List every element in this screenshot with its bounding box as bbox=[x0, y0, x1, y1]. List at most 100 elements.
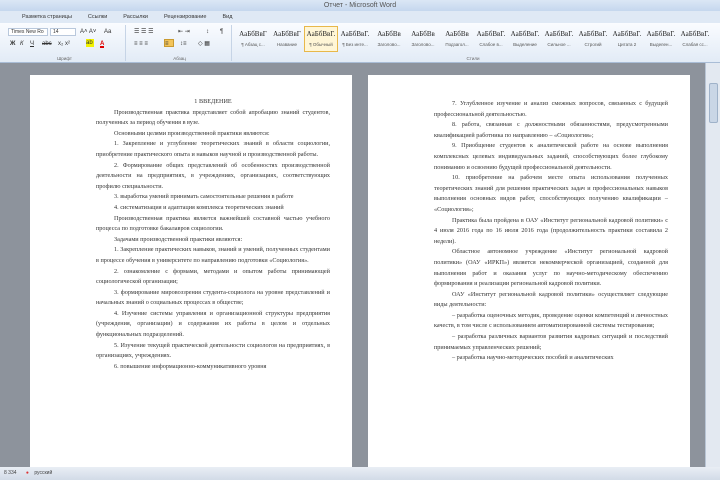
window-title: Отчет - Microsoft Word bbox=[323, 2, 397, 9]
style-name: Строгий bbox=[584, 42, 602, 47]
paragraph: 3. формирование мировоззрения студента-с… bbox=[96, 288, 330, 307]
paragraph: 3. выработка умений принимать самостояте… bbox=[114, 193, 294, 201]
italic-icon[interactable]: К bbox=[20, 40, 24, 48]
tab-page-layout[interactable]: Разметка страницы bbox=[14, 11, 80, 23]
subscript-icon[interactable]: x₂ x² bbox=[58, 40, 70, 48]
line-spacing-icon[interactable]: ↕≡ bbox=[180, 40, 187, 48]
style-name: Название bbox=[276, 42, 298, 47]
paragraph: Производственная практика является важне… bbox=[96, 214, 330, 233]
paragraph: 6. повышение информационно-коммуникативн… bbox=[114, 362, 267, 370]
tab-references[interactable]: Ссылки bbox=[80, 11, 115, 23]
paragraph: 1. Закрепление практических навыков, зна… bbox=[96, 246, 330, 264]
paragraph: – разработка научно-методических пособий… bbox=[452, 354, 614, 362]
style-preview: АаБбВвГ. bbox=[680, 30, 710, 38]
style-preview: АаБбВвГ. bbox=[578, 30, 608, 38]
word-count[interactable]: 8 334 bbox=[4, 470, 17, 476]
status-bar: 8 334 ● русский bbox=[0, 467, 720, 480]
grow-font-icon[interactable]: A˄ A˅ bbox=[80, 28, 96, 36]
paragraph: – разработка различных вариантов развити… bbox=[434, 333, 668, 351]
paragraph: 4. систематизация и адаптация комплекса … bbox=[114, 203, 284, 211]
style-name: Выделен... bbox=[649, 42, 673, 47]
ribbon: Times New Ro 14 A˄ A˅ Aa Ж К Ч abc x₂ x²… bbox=[0, 23, 720, 63]
paragraph: 9. Приобщение студентов к аналитической … bbox=[434, 142, 668, 171]
font-size-select[interactable]: 14 bbox=[50, 28, 76, 36]
style-item[interactable]: АаБбВвГ. Выделение bbox=[508, 26, 542, 52]
spellcheck-icon[interactable]: ● bbox=[26, 470, 29, 476]
language-indicator[interactable]: русский bbox=[34, 470, 52, 476]
justify-icon[interactable]: ≡ bbox=[164, 39, 174, 47]
scrollbar-thumb[interactable] bbox=[709, 83, 718, 123]
style-name: Заголово... bbox=[411, 42, 435, 47]
style-preview: АаБбВвГ. bbox=[544, 30, 574, 38]
style-preview: АаБбВвГ. bbox=[510, 30, 540, 38]
font-group-label: Шрифт bbox=[57, 56, 72, 61]
style-item[interactable]: АаБбВв Заголово... bbox=[406, 26, 440, 52]
underline-icon[interactable]: Ч bbox=[30, 40, 34, 48]
style-item[interactable]: АаБбВвГ. Слабое в... bbox=[474, 26, 508, 52]
bold-icon[interactable]: Ж bbox=[10, 40, 15, 48]
style-item[interactable]: АаБбВвГ. ¶ Обычный bbox=[304, 26, 338, 52]
indent-icon[interactable]: ⇤ ⇥ bbox=[178, 28, 190, 36]
paragraph: 2. Формирование общих представлений об о… bbox=[96, 161, 330, 190]
tab-view[interactable]: Вид bbox=[214, 11, 240, 23]
title-bar: Отчет - Microsoft Word bbox=[0, 0, 720, 11]
ribbon-tabs: Разметка страницы Ссылки Рассылки Реценз… bbox=[0, 11, 720, 23]
style-preview: АаБбВвГ. bbox=[340, 30, 370, 38]
style-name: Слабое в... bbox=[479, 42, 503, 47]
style-item[interactable]: АаБбВв Подзагол... bbox=[440, 26, 474, 52]
style-name: ¶ Обычный bbox=[309, 42, 333, 47]
style-preview: АаБбВвГ. bbox=[646, 30, 676, 38]
document-page-2[interactable]: 7. Углубленное изучение и анализ смежных… bbox=[368, 75, 690, 467]
vertical-scrollbar[interactable] bbox=[705, 63, 720, 467]
shading-icon[interactable]: ◇ ▦ bbox=[198, 40, 210, 48]
style-name: Выделение bbox=[513, 42, 537, 47]
style-item[interactable]: АаБбВвГ. Строгий bbox=[576, 26, 610, 52]
paragraph: Основными целями производственной практи… bbox=[114, 129, 270, 137]
paragraph: 2. ознакомление с формами, методами и оп… bbox=[96, 267, 330, 286]
font-name-select[interactable]: Times New Ro bbox=[8, 28, 48, 36]
change-case-icon[interactable]: Aa bbox=[104, 28, 111, 36]
style-preview: АаБбВвГ. bbox=[306, 30, 336, 38]
style-item[interactable]: АаБбВвГ. Слабая сс... bbox=[678, 26, 712, 52]
style-name: ¶ Без инте... bbox=[342, 42, 368, 47]
style-item[interactable]: АаБбВвГ. Цитата 2 bbox=[610, 26, 644, 52]
style-preview: АаБбВв bbox=[411, 30, 435, 38]
paragraph: Задачами производственной практики являю… bbox=[114, 235, 243, 243]
bullets-icon[interactable]: ☰ ☰ ☰ bbox=[134, 28, 153, 36]
style-preview: АаБбВвГ. bbox=[612, 30, 642, 38]
section-heading: 1 ВВЕДЕНИЕ bbox=[194, 98, 232, 105]
style-name: Сильное ... bbox=[547, 42, 571, 47]
paragraph: 4. Изучение системы управления и организ… bbox=[96, 309, 330, 339]
paragraph-group: ☰ ☰ ☰ ⇤ ⇥ ↕ ¶ ≡ ≡ ≡ ≡ ↕≡ ◇ ▦ Абзац bbox=[128, 25, 232, 61]
tab-mailings[interactable]: Рассылки bbox=[115, 11, 156, 23]
paragraph: Практика была пройдена в ОАУ «Институт р… bbox=[434, 216, 668, 245]
styles-gallery: АаБбВвГ ¶ Абзац с... АаБбВвГ Название АаБбВв… bbox=[236, 26, 712, 52]
style-preview: АаБбВв bbox=[445, 30, 469, 38]
style-item[interactable]: АаБбВвГ Название bbox=[270, 26, 304, 52]
align-icons[interactable]: ≡ ≡ ≡ bbox=[134, 40, 148, 48]
style-item[interactable]: АаБбВвГ ¶ Абзац с... bbox=[236, 26, 270, 52]
sort-icon[interactable]: ↕ bbox=[206, 28, 209, 36]
font-color-icon[interactable]: A bbox=[100, 40, 105, 48]
style-item[interactable]: АаБбВв Заголово... bbox=[372, 26, 406, 52]
tab-review[interactable]: Рецензирование bbox=[156, 11, 214, 23]
paragraph: – разработка оценочных методик, проведен… bbox=[434, 311, 668, 330]
style-item[interactable]: АаБбВвГ. Выделен... bbox=[644, 26, 678, 52]
styles-group-label: Стили bbox=[466, 56, 480, 61]
style-name: Цитата 2 bbox=[617, 42, 637, 47]
style-preview: АаБбВвГ bbox=[239, 30, 267, 38]
paragraph: 5. Изучение текущей практической деятель… bbox=[96, 341, 330, 360]
paragraph: 10. приобретение на рабочем месте опыта … bbox=[434, 174, 668, 213]
highlight-icon[interactable]: ab bbox=[86, 39, 94, 47]
paragraph: Производственная практика представляет с… bbox=[96, 108, 330, 127]
pilcrow-icon[interactable]: ¶ bbox=[220, 28, 223, 36]
style-name: ¶ Абзац с... bbox=[241, 42, 265, 47]
style-item[interactable]: АаБбВвГ. Сильное ... bbox=[542, 26, 576, 52]
paragraph-group-label: Абзац bbox=[173, 56, 186, 61]
style-name: Слабая сс... bbox=[682, 42, 708, 47]
font-group: Times New Ro 14 A˄ A˅ Aa Ж К Ч abc x₂ x²… bbox=[4, 25, 126, 61]
paragraph: Областное автономное учреждение «Институ… bbox=[434, 248, 668, 288]
document-page-1[interactable]: 1 ВВЕДЕНИЕ Производственная практика пред… bbox=[30, 75, 352, 467]
style-item[interactable]: АаБбВвГ. ¶ Без инте... bbox=[338, 26, 372, 52]
strikethrough-icon[interactable]: abc bbox=[42, 40, 52, 48]
